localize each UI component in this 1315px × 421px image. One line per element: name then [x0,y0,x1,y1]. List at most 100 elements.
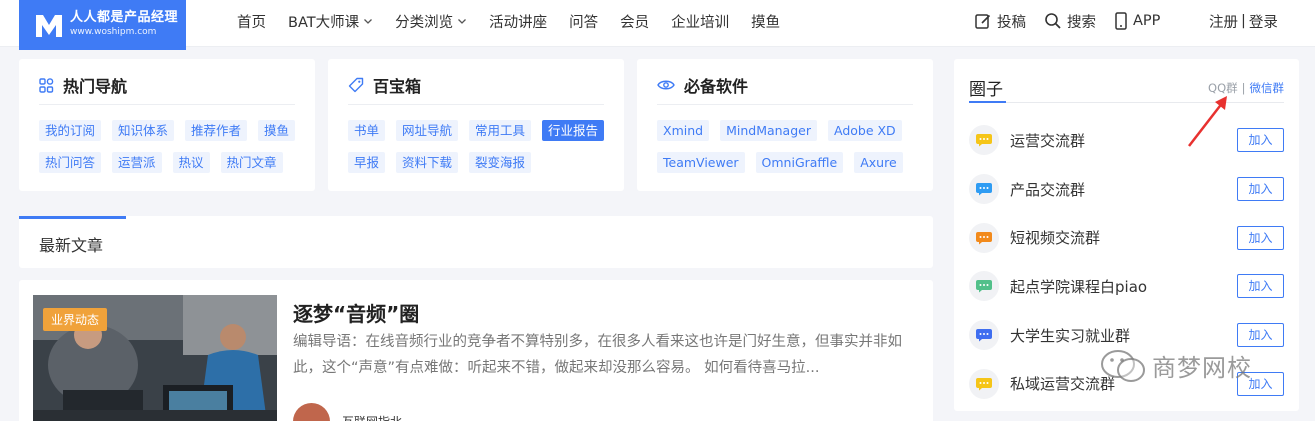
tag-recommended-authors[interactable]: 推荐作者 [185,120,248,141]
tag-mindmanager[interactable]: MindManager [720,120,817,141]
tag-hot-qa[interactable]: 热门问答 [39,152,102,173]
toolbox-tags: 书单 网址导航 常用工具 行业报告 早报 资料下载 裂变海报 [348,120,628,184]
separator: | [1241,81,1246,95]
tag-axure[interactable]: Axure [854,152,903,173]
tag-hot-articles[interactable]: 热门文章 [220,152,283,173]
tag-adobe-xd[interactable]: Adobe XD [827,120,902,141]
edit-icon [975,14,991,29]
list-item: 短视频交流群 加入 [969,213,1284,262]
tag-site-directory[interactable]: 网址导航 [396,120,459,141]
nav-membership[interactable]: 会员 [620,11,649,32]
nav-bat-master[interactable]: BAT大师课 [288,11,373,32]
wechat-icon [1101,349,1145,382]
join-button[interactable]: 加入 [1237,225,1284,250]
divider [39,104,295,105]
nav-label: 首页 [237,14,266,31]
article-title[interactable]: 逐梦“音频”圈 [293,298,419,327]
join-button[interactable]: 加入 [1237,128,1284,153]
group-name: 产品交流群 [1010,180,1086,199]
software-title: 必备软件 [684,77,749,96]
logo-title: 人人都是产品经理 [70,10,179,25]
logo-icon [36,15,62,37]
grid-icon [39,77,54,93]
nav-qa[interactable]: 问答 [569,11,598,32]
chat-icon [969,125,999,156]
tag-downloads[interactable]: 资料下载 [396,152,459,173]
search-icon [1045,13,1061,29]
phone-icon [1115,12,1127,30]
tag-yunying-pai[interactable]: 运营派 [112,152,162,173]
chevron-down-icon [458,19,467,24]
chat-icon [969,271,999,302]
latest-articles-tab: 最新文章 [19,216,933,268]
register-link[interactable]: 注册 [1209,11,1238,32]
search-link[interactable]: 搜索 [1044,11,1096,32]
submit-label: 投稿 [997,14,1026,31]
tag-common-tools[interactable]: 常用工具 [469,120,532,141]
list-item: 产品交流群 加入 [969,165,1284,214]
nav-moyu[interactable]: 摸鱼 [751,11,780,32]
toolbox-title: 百宝箱 [373,77,422,96]
tag-knowledge-system[interactable]: 知识体系 [112,120,175,141]
main-nav: 首页 BAT大师课 分类浏览 活动讲座 问答 会员 企业培训 摸鱼 [237,0,802,42]
app-label: APP [1133,13,1161,29]
nav-home[interactable]: 首页 [237,11,266,32]
tag-morning-brief[interactable]: 早报 [348,152,386,173]
group-name: 短视频交流群 [1010,229,1101,248]
nav-enterprise-training[interactable]: 企业培训 [671,11,729,32]
auth-separator: | [1241,13,1246,29]
software-card: 必备软件 Xmind MindManager Adobe XD TeamView… [637,59,933,191]
wechat-group-link[interactable]: 微信群 [1250,81,1285,95]
list-item: 运营交流群 加入 [969,116,1284,165]
tag-industry-reports[interactable]: 行业报告 [542,120,605,141]
article-author[interactable]: 互联网指北 [293,403,402,421]
auth-links: 注册 | 登录 [1209,0,1278,42]
tag-xmind[interactable]: Xmind [657,120,710,141]
tag-moyu[interactable]: 摸鱼 [258,120,296,141]
join-button[interactable]: 加入 [1237,274,1284,299]
nav-label: 摸鱼 [751,14,781,31]
site-logo[interactable]: 人人都是产品经理 www.woshipm.com [19,0,186,50]
tag-hot-discussion[interactable]: 热议 [172,152,210,173]
nav-categories[interactable]: 分类浏览 [395,11,467,32]
hot-nav-title: 热门导航 [63,77,128,96]
nav-events[interactable]: 活动讲座 [489,11,547,32]
header-actions: 投稿 搜索 APP [974,0,1178,42]
latest-articles-title[interactable]: 最新文章 [39,232,103,256]
divider [969,102,1284,103]
software-tags: Xmind MindManager Adobe XD TeamViewer Om… [657,120,937,184]
group-name: 大学生实习就业群 [1010,326,1131,345]
group-name: 运营交流群 [1010,131,1086,150]
app-link[interactable]: APP [1114,12,1160,30]
article-thumbnail[interactable]: 业界动态 [33,295,277,421]
toolbox-header: 百宝箱 [348,73,421,97]
article-category-badge[interactable]: 业界动态 [43,308,108,331]
software-header: 必备软件 [657,73,748,97]
article-card[interactable]: 业界动态 逐梦“音频”圈 编辑导语：在线音频行业的竞争者不算特别多，在很多人看来… [19,280,933,421]
tag-omnigraffle[interactable]: OmniGraffle [755,152,844,173]
hot-nav-card: 热门导航 我的订阅 知识体系 推荐作者 摸鱼 热门问答 运营派 热议 热门文章 [19,59,315,191]
tag-my-subscriptions[interactable]: 我的订阅 [39,120,102,141]
tag-icon [348,77,364,93]
tag-booklist[interactable]: 书单 [348,120,386,141]
chat-icon [969,368,999,399]
avatar[interactable] [293,403,330,421]
tag-teamviewer[interactable]: TeamViewer [657,152,745,173]
eye-icon [657,80,675,90]
nav-label: 企业培训 [671,14,730,31]
divider [348,104,604,105]
tag-viral-posters[interactable]: 裂变海报 [469,152,532,173]
annotation-arrow-icon [1188,96,1227,147]
toolbox-card: 百宝箱 书单 网址导航 常用工具 行业报告 早报 资料下载 裂变海报 [328,59,624,191]
join-button[interactable]: 加入 [1237,177,1284,202]
nav-label: 问答 [569,14,599,31]
chat-icon [969,174,999,205]
author-name[interactable]: 互联网指北 [342,413,402,421]
hot-nav-header: 热门导航 [39,73,127,97]
chevron-down-icon [364,19,373,24]
chat-icon [969,222,999,253]
join-button[interactable]: 加入 [1237,323,1284,348]
submit-link[interactable]: 投稿 [974,11,1026,32]
circle-title: 圈子 [969,80,1003,100]
login-link[interactable]: 登录 [1249,11,1278,32]
